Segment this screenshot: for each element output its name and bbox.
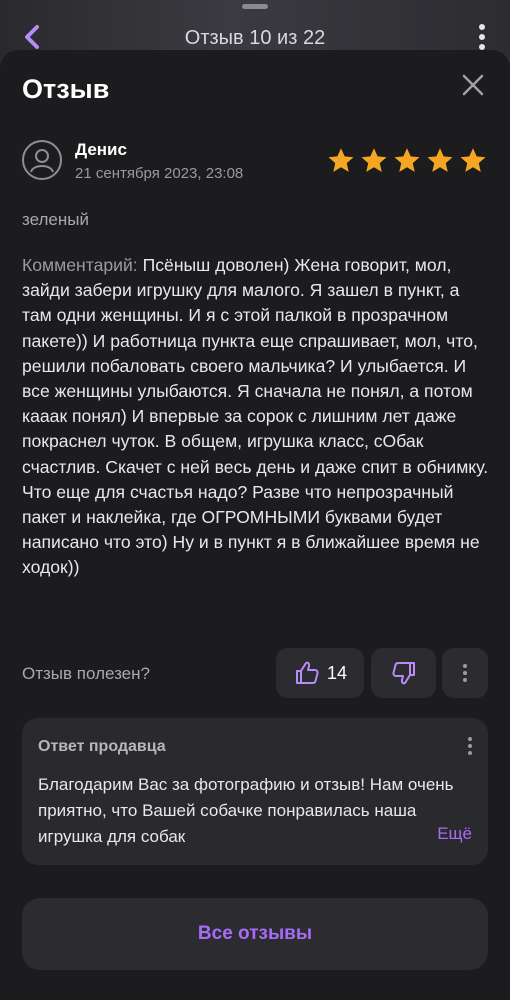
vertical-dots-icon-dot	[463, 671, 467, 675]
like-button[interactable]: 14	[276, 648, 364, 698]
seller-reply-text: Благодарим Вас за фотографию и отзыв! На…	[38, 775, 454, 846]
thumbs-down-icon	[391, 662, 415, 685]
dislike-button[interactable]	[371, 648, 436, 698]
review-more-button[interactable]	[442, 648, 488, 698]
drag-handle[interactable]	[242, 4, 268, 9]
vertical-dots-icon	[466, 737, 474, 755]
vertical-dots-icon	[463, 661, 467, 685]
review-counter-title: Отзыв 10 из 22	[184, 27, 326, 49]
vertical-dots-icon-dot	[468, 751, 472, 755]
rating-stars	[326, 146, 488, 176]
review-comment: Комментарий: Псёныш доволен) Жена говори…	[22, 253, 492, 581]
close-icon	[462, 74, 484, 96]
seller-reply-card: Ответ продавца Благодарим Вас за фотогра…	[22, 718, 488, 865]
close-button[interactable]	[460, 72, 486, 98]
seller-reply-more-link[interactable]: Ещё	[437, 824, 472, 844]
product-variant: зеленый	[22, 210, 89, 229]
user-avatar-icon	[22, 140, 62, 180]
review-sheet: Отзыв Денис 21 сентября 2023, 23:08 зеле…	[0, 50, 510, 1000]
all-reviews-button[interactable]: Все отзывы	[22, 898, 488, 970]
vertical-dots-icon	[479, 24, 485, 30]
star-icon	[427, 148, 453, 172]
star-icon	[394, 148, 420, 172]
helpful-question: Отзыв полезен?	[22, 664, 150, 683]
review-author: Денис	[75, 140, 127, 159]
vertical-dots-icon-dot	[463, 678, 467, 682]
sheet-title: Отзыв	[22, 74, 110, 104]
star-icon	[361, 148, 387, 172]
star-icon	[328, 148, 354, 172]
vertical-dots-icon-dot	[468, 737, 472, 741]
vertical-dots-icon-dot	[479, 34, 485, 40]
vertical-dots-icon-dot	[463, 664, 467, 668]
vertical-dots-icon-dot	[468, 744, 472, 748]
review-date: 21 сентября 2023, 23:08	[75, 165, 244, 182]
like-count: 14	[326, 662, 348, 683]
star-icon	[460, 148, 486, 172]
comment-text: Псёныш доволен) Жена говорит, мол, зайди…	[22, 255, 489, 578]
comment-label: Комментарий:	[22, 255, 138, 275]
seller-reply-menu-button[interactable]	[466, 734, 474, 762]
seller-reply-title: Ответ продавца	[38, 738, 166, 755]
thumbs-up-icon	[295, 661, 319, 684]
